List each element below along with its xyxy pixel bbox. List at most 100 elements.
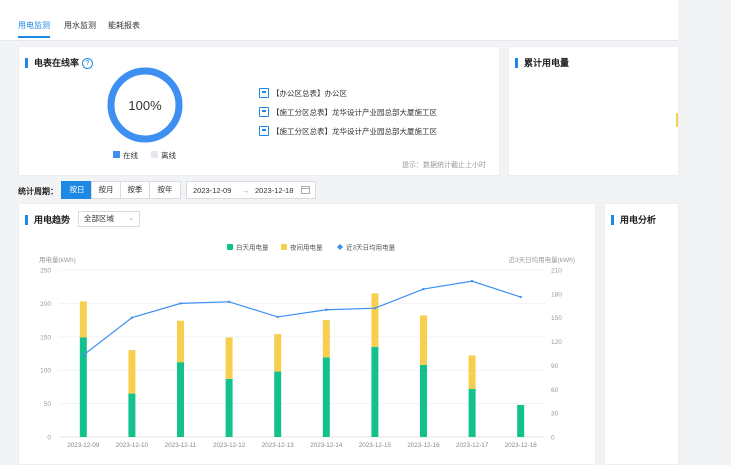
region-select[interactable]: 全部区域 ⌄ bbox=[78, 211, 140, 227]
chevron-down-icon: ⌄ bbox=[128, 215, 134, 222]
line-point bbox=[276, 315, 279, 319]
online-rate-value: 100% bbox=[128, 98, 162, 113]
tab-electric[interactable]: 用电监测 bbox=[18, 20, 50, 31]
bar-day bbox=[468, 388, 476, 437]
chart-edge-mark bbox=[676, 113, 678, 127]
usage-trend-card: 用电趋势 全部区域 ⌄ 0 50 100 150 200 250 0 30 60 90 120 150… bbox=[18, 203, 596, 465]
bar-day bbox=[225, 378, 233, 437]
x-tick-label: 2023-12-09 bbox=[67, 442, 100, 449]
y-right-tick-label: 180 bbox=[551, 291, 562, 298]
bar-night bbox=[322, 320, 330, 358]
date-separator: → bbox=[242, 186, 250, 195]
y-right-tick-label: 120 bbox=[551, 339, 562, 346]
bar-day bbox=[128, 393, 136, 437]
y-left-tick-label: 100 bbox=[40, 368, 51, 375]
date-range-picker[interactable]: 2023-12-09 → 2023-12-18 bbox=[186, 181, 316, 199]
bar-night bbox=[420, 315, 427, 365]
x-tick-label: 2023-12-14 bbox=[310, 442, 343, 449]
bar-day bbox=[371, 346, 379, 437]
bar-night bbox=[128, 350, 136, 394]
bar-night bbox=[225, 337, 233, 379]
x-tick-label: 2023-12-18 bbox=[505, 442, 538, 449]
usage-trend-chart: 0 50 100 150 200 250 0 30 60 90 120 150 180 210 用电量(kW… bbox=[39, 243, 575, 450]
line-point bbox=[373, 306, 377, 310]
y-left-tick-label: 0 bbox=[47, 435, 51, 442]
line-point bbox=[422, 287, 425, 291]
line-point bbox=[470, 279, 474, 283]
y-right-tick-label: 150 bbox=[551, 315, 562, 322]
x-tick-label: 2023-12-15 bbox=[359, 442, 392, 449]
tab-energy-report[interactable]: 能耗报表 bbox=[108, 20, 140, 31]
y-right-tick-label: 60 bbox=[551, 387, 559, 394]
bar-night bbox=[79, 301, 87, 338]
active-tab-indicator bbox=[18, 36, 50, 38]
x-tick-label: 2023-12-12 bbox=[213, 442, 246, 449]
legend-swatch bbox=[337, 244, 343, 250]
card-title: 用电趋势 bbox=[25, 215, 70, 225]
y-left-axis-label: 用电量(kWh) bbox=[39, 255, 76, 264]
x-tick-label: 2023-12-10 bbox=[116, 442, 149, 449]
legend-online-label: 在线 bbox=[123, 151, 138, 160]
period-quarter-button[interactable]: 按季 bbox=[120, 181, 150, 199]
card-title: 电表在线率 bbox=[25, 58, 79, 68]
y-right-axis-label: 近3天日均用电量(kWh) bbox=[509, 255, 575, 264]
period-month-button[interactable]: 按月 bbox=[91, 181, 121, 199]
end-date[interactable]: 2023-12-18 bbox=[255, 186, 293, 195]
x-tick-label: 2023-12-16 bbox=[407, 442, 440, 449]
bar-day bbox=[79, 337, 87, 437]
line-point bbox=[130, 316, 134, 319]
card-title: 用电分析 bbox=[611, 215, 656, 225]
tab-water[interactable]: 用水监测 bbox=[64, 20, 96, 31]
meter-item[interactable]: 【办公区总表】办公区 bbox=[272, 88, 347, 99]
bar-day bbox=[517, 404, 525, 437]
legend-offline-label: 离线 bbox=[161, 151, 176, 160]
online-rate-ring: 100% bbox=[107, 67, 183, 143]
meter-icon bbox=[259, 126, 269, 136]
legend-online-swatch bbox=[113, 151, 120, 158]
meter-online-card: 电表在线率 ? 100% 在线 离线 【办公区总表】办公区 【施工分区总表】龙华… bbox=[18, 46, 500, 176]
help-icon[interactable]: ? bbox=[82, 58, 93, 69]
y-left-tick-label: 250 bbox=[40, 268, 51, 275]
usage-analysis-card: 用电分析 bbox=[604, 203, 679, 465]
cumulative-usage-card: 累计用电量 bbox=[508, 46, 679, 176]
stats-hint: 提示：数据统计截止上小时 bbox=[402, 162, 486, 169]
bar-day bbox=[420, 364, 427, 437]
legend-label: 夜间用电量 bbox=[290, 243, 323, 252]
line-point bbox=[82, 353, 85, 357]
card-title: 累计用电量 bbox=[515, 58, 569, 68]
line-point bbox=[325, 308, 328, 311]
y-right-tick-label: 90 bbox=[551, 363, 559, 370]
bar-day bbox=[177, 362, 184, 437]
meter-item[interactable]: 【施工分区总表】龙华设计产业园总部大厦施工区 bbox=[272, 126, 437, 137]
line-point bbox=[519, 295, 522, 299]
tab-bar: 用电监测 用水监测 能耗报表 bbox=[0, 0, 678, 41]
legend-label: 白天用电量 bbox=[236, 243, 269, 252]
legend-swatch bbox=[281, 244, 287, 250]
meter-icon bbox=[259, 88, 269, 98]
y-right-tick-label: 30 bbox=[551, 411, 559, 418]
period-day-button[interactable]: 按日 bbox=[61, 181, 93, 199]
calendar-icon[interactable] bbox=[301, 185, 310, 194]
x-tick-label: 2023-12-13 bbox=[262, 442, 295, 449]
y-left-tick-label: 200 bbox=[40, 301, 51, 308]
line-point bbox=[179, 302, 182, 305]
meter-icon bbox=[259, 107, 269, 117]
bar-night bbox=[468, 355, 476, 389]
meter-item[interactable]: 【施工分区总表】龙华设计产业园总部大厦施工区 bbox=[272, 107, 437, 118]
x-tick-label: 2023-12-11 bbox=[165, 442, 197, 449]
legend-label: 近3天日均用电量 bbox=[346, 243, 396, 252]
start-date[interactable]: 2023-12-09 bbox=[193, 186, 231, 195]
line-series bbox=[82, 280, 521, 356]
x-tick-label: 2023-12-17 bbox=[456, 442, 489, 449]
period-year-button[interactable]: 按年 bbox=[149, 181, 181, 199]
y-right-tick-label: 0 bbox=[551, 435, 555, 442]
period-label: 统计周期： bbox=[18, 187, 58, 196]
legend-offline-swatch bbox=[151, 151, 158, 158]
bar-day bbox=[322, 357, 330, 437]
legend-swatch bbox=[227, 244, 233, 250]
line-point bbox=[227, 300, 231, 304]
y-left-tick-label: 150 bbox=[40, 334, 51, 341]
bar-night bbox=[371, 293, 379, 347]
bar-day bbox=[274, 371, 282, 437]
bar-night bbox=[274, 334, 282, 372]
